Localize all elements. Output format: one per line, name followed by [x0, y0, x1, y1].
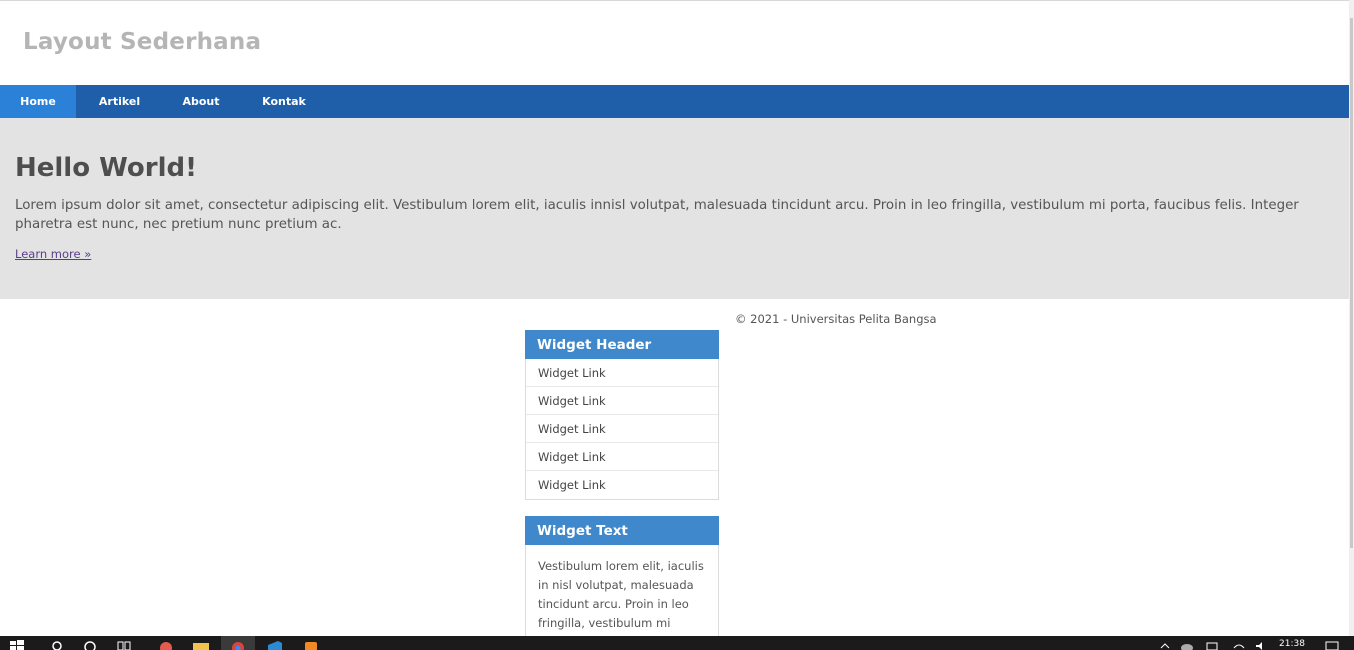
widget-text-header: Widget Text [525, 516, 719, 545]
vertical-scrollbar[interactable] [1349, 0, 1354, 636]
hero-title: Hello World! [15, 153, 197, 183]
volume-icon[interactable] [1254, 640, 1268, 650]
copyright-text: © 2021 - Universitas Pelita Bangsa [735, 312, 937, 326]
notification-icon[interactable] [1325, 640, 1339, 650]
file-explorer-icon[interactable] [190, 639, 212, 650]
task-view-icon[interactable] [117, 640, 133, 650]
wifi-icon[interactable] [1232, 640, 1246, 650]
taskbar: 21:38 [0, 636, 1354, 650]
app-icon-paint[interactable] [155, 639, 177, 650]
site-header: Layout Sederhana [0, 1, 1349, 85]
nav-item-kontak[interactable]: Kontak [239, 85, 329, 118]
widget-link[interactable]: Widget Link [526, 415, 718, 443]
main-nav: Home Artikel About Kontak [0, 85, 1349, 118]
cloud-icon[interactable] [1180, 640, 1194, 650]
learn-more-link[interactable]: Learn more » [15, 247, 91, 261]
scrollbar-thumb[interactable] [1350, 18, 1353, 548]
widget-links: Widget Header Widget Link Widget Link Wi… [525, 330, 719, 500]
hero-section: Hello World! Lorem ipsum dolor sit amet,… [0, 118, 1349, 299]
network-icon[interactable] [1205, 640, 1219, 650]
widget-text: Widget Text Vestibulum lorem elit, iacul… [525, 516, 719, 636]
widget-link[interactable]: Widget Link [526, 387, 718, 415]
cortana-icon[interactable] [83, 640, 97, 650]
windows-start-icon[interactable] [10, 640, 24, 650]
chevron-up-icon[interactable] [1160, 640, 1170, 650]
nav-item-about[interactable]: About [163, 85, 239, 118]
widget-link[interactable]: Widget Link [526, 471, 718, 499]
hero-text: Lorem ipsum dolor sit amet, consectetur … [15, 198, 1299, 232]
vscode-icon[interactable] [264, 639, 286, 650]
taskbar-clock[interactable]: 21:38 [1279, 639, 1305, 649]
sublime-icon[interactable] [300, 639, 322, 650]
widget-link[interactable]: Widget Link [526, 359, 718, 387]
browser-viewport: Layout Sederhana Home Artikel About Kont… [0, 0, 1349, 636]
search-icon[interactable] [50, 640, 64, 650]
site-title: Layout Sederhana [23, 29, 262, 55]
widget-link[interactable]: Widget Link [526, 443, 718, 471]
nav-item-home[interactable]: Home [0, 85, 76, 118]
nav-item-artikel[interactable]: Artikel [76, 85, 163, 118]
widget-header: Widget Header [525, 330, 719, 359]
chrome-icon[interactable] [227, 639, 249, 650]
widget-link-list: Widget Link Widget Link Widget Link Widg… [526, 359, 718, 499]
widget-text-body: Vestibulum lorem elit, iaculis in nisl v… [538, 559, 704, 636]
